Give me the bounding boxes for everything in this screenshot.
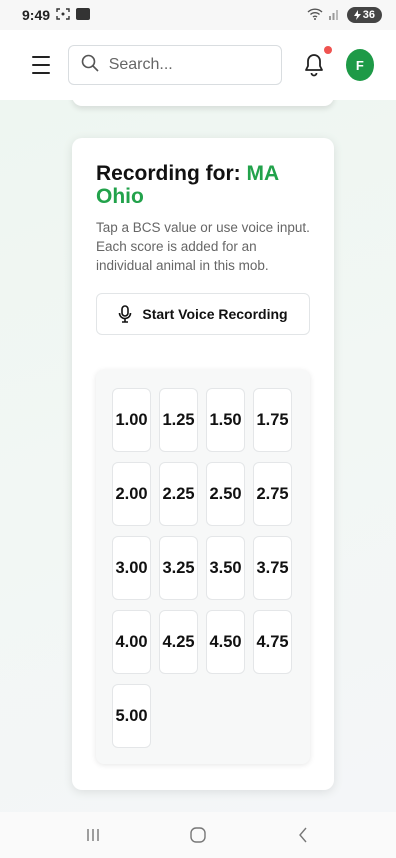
bcs-value-button[interactable]: 3.00: [112, 536, 151, 600]
previous-card: [72, 100, 334, 106]
signal-icon: [328, 7, 341, 23]
app-header: F: [0, 30, 396, 100]
bcs-value-button[interactable]: 4.75: [253, 610, 292, 674]
bell-icon: [304, 54, 323, 77]
wifi-icon: [307, 7, 323, 23]
voice-button-label: Start Voice Recording: [142, 306, 288, 322]
menu-icon-line: [32, 64, 50, 66]
home-button[interactable]: [178, 820, 218, 850]
bcs-value-button[interactable]: 1.25: [159, 388, 198, 452]
bcs-value-button[interactable]: 3.25: [159, 536, 198, 600]
notifications-button[interactable]: [302, 46, 332, 78]
status-time: 9:49: [22, 7, 51, 23]
card-title: Recording for: MA Ohio: [96, 162, 310, 208]
bcs-value-button[interactable]: 2.75: [253, 462, 292, 526]
screenshot-icon: [56, 7, 70, 23]
status-bar: 9:49 36: [0, 0, 396, 30]
back-button[interactable]: [283, 820, 323, 850]
bcs-value-panel: 1.00 1.25 1.50 1.75 2.00 2.25 2.50 2.75 3.00 3.25…: [96, 370, 310, 764]
bcs-value-button[interactable]: 5.00: [112, 684, 151, 748]
notification-dot: [323, 46, 332, 54]
charging-icon: [353, 10, 361, 20]
start-voice-recording-button[interactable]: Start Voice Recording: [96, 293, 310, 335]
recent-apps-button[interactable]: [73, 820, 113, 850]
battery-indicator: 36: [346, 7, 382, 23]
search-input[interactable]: [108, 56, 269, 74]
menu-icon-line: [32, 72, 50, 74]
status-left: 9:49: [22, 7, 91, 23]
bcs-value-button[interactable]: 3.50: [206, 536, 245, 600]
menu-icon-line: [32, 56, 50, 58]
avatar[interactable]: F: [345, 49, 374, 81]
status-right: 36: [307, 7, 382, 23]
search-box[interactable]: [67, 45, 282, 85]
home-icon: [190, 827, 206, 843]
recording-card: Recording for: MA Ohio Tap a BCS value o…: [72, 138, 334, 790]
bcs-value-button[interactable]: 2.25: [159, 462, 198, 526]
recent-apps-icon: [86, 829, 99, 841]
bcs-value-button[interactable]: 2.00: [112, 462, 151, 526]
system-nav-bar: [0, 812, 396, 858]
bcs-value-button[interactable]: 4.50: [206, 610, 245, 674]
bcs-grid: 1.00 1.25 1.50 1.75 2.00 2.25 2.50 2.75 3.00 3.25…: [112, 388, 294, 748]
bcs-value-button[interactable]: 2.50: [206, 462, 245, 526]
bcs-value-button[interactable]: 3.75: [253, 536, 292, 600]
app-notification-icon: [76, 7, 91, 23]
search-icon: [81, 54, 99, 77]
card-title-prefix: Recording for:: [96, 162, 247, 185]
bcs-value-button[interactable]: 1.50: [206, 388, 245, 452]
bcs-value-button[interactable]: 1.00: [112, 388, 151, 452]
bcs-value-button[interactable]: 4.25: [159, 610, 198, 674]
bcs-value-button[interactable]: 1.75: [253, 388, 292, 452]
bcs-value-button[interactable]: 4.00: [112, 610, 151, 674]
avatar-initial: F: [355, 57, 364, 73]
menu-button[interactable]: [32, 56, 50, 74]
battery-level: 36: [362, 9, 375, 21]
main-content: Recording for: MA Ohio Tap a BCS value o…: [0, 100, 396, 812]
back-icon: [299, 827, 307, 843]
card-description: Tap a BCS value or use voice input. Each…: [96, 220, 310, 273]
microphone-icon: [119, 305, 132, 323]
